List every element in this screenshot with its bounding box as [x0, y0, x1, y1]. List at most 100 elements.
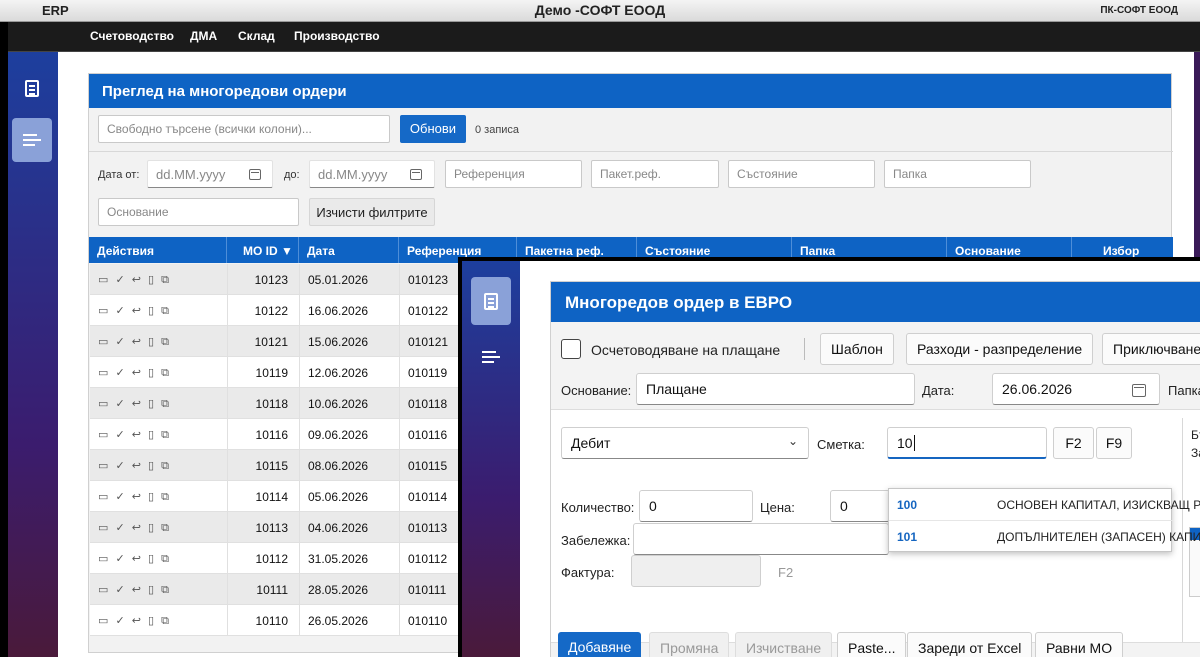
- refresh-button[interactable]: Обнови: [400, 115, 466, 143]
- menu-fixed-assets[interactable]: ДМА: [190, 29, 217, 43]
- sidebar-documents-button[interactable]: [471, 277, 511, 325]
- cell-date: 10.06.2026: [308, 397, 369, 411]
- column-date[interactable]: Дата: [307, 244, 335, 258]
- calendar-icon[interactable]: [1132, 384, 1146, 397]
- text-cursor: [913, 435, 915, 451]
- equal-mo-button[interactable]: Равни МО: [1035, 632, 1124, 657]
- template-button[interactable]: Шаблон: [820, 333, 894, 365]
- folder-filter[interactable]: Папка: [884, 160, 1031, 188]
- quantity-label: Количество:: [561, 500, 635, 515]
- row-action-icons[interactable]: ▭ ✓ ↩ ▯ ⧉: [98, 335, 171, 349]
- table-row[interactable]: ▭ ✓ ↩ ▯ ⧉ 10112 31.05.2026 010112: [90, 543, 459, 574]
- row-action-icons[interactable]: ▭ ✓ ↩ ▯ ⧉: [98, 397, 171, 411]
- load-from-excel-button[interactable]: Зареди от Excel: [907, 632, 1033, 657]
- document-icon: [484, 292, 498, 310]
- account-input[interactable]: 10: [887, 427, 1047, 459]
- invoice-input: [631, 555, 761, 587]
- table-row[interactable]: ▭ ✓ ↩ ▯ ⧉ 10122 16.06.2026 010122: [90, 295, 459, 326]
- table-row[interactable]: ▭ ✓ ↩ ▯ ⧉ 10123 05.01.2026 010123: [90, 264, 459, 295]
- folder-label: Папка: [1168, 383, 1200, 398]
- cell-reference: 010115: [408, 459, 448, 473]
- invoice-label: Фактура:: [561, 565, 615, 580]
- cell-mo-id: 10122: [254, 304, 288, 318]
- row-action-icons[interactable]: ▭ ✓ ↩ ▯ ⧉: [98, 583, 171, 597]
- right-panel-label-1: Бъ: [1191, 428, 1200, 442]
- sidebar-documents-button[interactable]: [12, 66, 52, 110]
- column-actions[interactable]: Действия: [97, 244, 154, 258]
- cell-mo-id: 10112: [255, 552, 288, 566]
- price-input[interactable]: 0: [830, 490, 890, 522]
- table-row[interactable]: ▭ ✓ ↩ ▯ ⧉ 10110 26.05.2026 010110: [90, 605, 459, 636]
- cell-date: 28.05.2026: [308, 583, 369, 597]
- change-button[interactable]: Промяна: [649, 632, 730, 657]
- column-mo-id[interactable]: МО ID ▼: [243, 244, 293, 258]
- table-row[interactable]: ▭ ✓ ↩ ▯ ⧉ 10114 05.06.2026 010114: [90, 481, 459, 512]
- basis-input[interactable]: Плащане: [636, 373, 915, 405]
- window-title: Демо -СОФТ ЕООД: [534, 2, 666, 18]
- column-basis[interactable]: Основание: [955, 244, 1021, 258]
- cell-mo-id: 10115: [255, 459, 288, 473]
- row-action-icons[interactable]: ▭ ✓ ↩ ▯ ⧉: [98, 304, 171, 318]
- table-row[interactable]: ▭ ✓ ↩ ▯ ⧉ 10118 10.06.2026 010118: [90, 388, 459, 419]
- row-action-icons[interactable]: ▭ ✓ ↩ ▯ ⧉: [98, 552, 171, 566]
- table-row[interactable]: ▭ ✓ ↩ ▯ ⧉ 10113 04.06.2026 010113: [90, 512, 459, 543]
- status-filter[interactable]: Състояние: [728, 160, 875, 188]
- cell-date: 05.01.2026: [308, 273, 369, 287]
- reference-filter[interactable]: Референция: [445, 160, 582, 188]
- table-row[interactable]: ▭ ✓ ↩ ▯ ⧉ 10116 09.06.2026 010116: [90, 419, 459, 450]
- account-lookup-f2-button[interactable]: F2: [1053, 427, 1094, 459]
- search-input[interactable]: Свободно търсене (всички колони)...: [98, 115, 390, 143]
- sidebar-menu-button[interactable]: [471, 335, 511, 379]
- add-button[interactable]: Добавяне: [558, 632, 642, 657]
- column-package-ref[interactable]: Пакетна реф.: [525, 244, 604, 258]
- table-row[interactable]: ▭ ✓ ↩ ▯ ⧉ 10111 28.05.2026 010111: [90, 574, 459, 605]
- cell-date: 12.06.2026: [308, 366, 369, 380]
- divider: [804, 338, 805, 360]
- suggestion-item[interactable]: 100 ОСНОВЕН КАПИТАЛ, ИЗИСКВАЩ Р: [889, 489, 1200, 521]
- invoice-f2-button[interactable]: F2: [778, 565, 793, 580]
- debit-credit-value: Дебит: [571, 435, 611, 451]
- cell-reference: 010111: [408, 583, 447, 597]
- column-folder[interactable]: Папка: [800, 244, 835, 258]
- row-action-icons[interactable]: ▭ ✓ ↩ ▯ ⧉: [98, 459, 171, 473]
- table-row[interactable]: ▭ ✓ ↩ ▯ ⧉ 10115 08.06.2026 010115: [90, 450, 459, 481]
- payment-checkbox[interactable]: [561, 339, 581, 359]
- title-bar: ERP Демо -СОФТ ЕООД ПК-СОФТ ЕООД: [0, 0, 1200, 22]
- menu-warehouse[interactable]: Склад: [238, 29, 275, 43]
- calendar-icon[interactable]: [410, 169, 422, 180]
- expenses-distribution-button[interactable]: Разходи - разпределение: [906, 333, 1094, 365]
- cell-mo-id: 10119: [255, 366, 288, 380]
- sidebar: [8, 52, 58, 657]
- package-ref-filter[interactable]: Пакет.реф.: [591, 160, 719, 188]
- suggestion-name: ОСНОВЕН КАПИТАЛ, ИЗИСКВАЩ Р: [997, 498, 1200, 512]
- column-select[interactable]: Избор: [1103, 244, 1139, 258]
- row-action-icons[interactable]: ▭ ✓ ↩ ▯ ⧉: [98, 428, 171, 442]
- row-action-icons[interactable]: ▭ ✓ ↩ ▯ ⧉: [98, 490, 171, 504]
- paste-button[interactable]: Paste...: [837, 632, 907, 657]
- close-order-button[interactable]: Приключване: [1102, 333, 1200, 365]
- debit-credit-select[interactable]: Дебит ⌄: [561, 427, 809, 459]
- basis-filter[interactable]: Основание: [98, 198, 299, 226]
- table-row[interactable]: ▭ ✓ ↩ ▯ ⧉ 10121 15.06.2026 010121: [90, 326, 459, 357]
- row-action-icons[interactable]: ▭ ✓ ↩ ▯ ⧉: [98, 273, 171, 287]
- note-input[interactable]: [633, 523, 889, 555]
- row-action-icons[interactable]: ▭ ✓ ↩ ▯ ⧉: [98, 521, 171, 535]
- clear-button[interactable]: Изчистване: [735, 632, 833, 657]
- cell-reference: 010116: [408, 428, 448, 442]
- cell-reference: 010122: [408, 304, 449, 318]
- sidebar-menu-button[interactable]: [12, 118, 52, 162]
- clear-filters-button[interactable]: Изчисти филтрите: [309, 198, 435, 226]
- suggestion-item[interactable]: 101 ДОПЪЛНИТЕЛЕН (ЗАПАСЕН) КАПИ: [889, 521, 1200, 553]
- table-row[interactable]: ▭ ✓ ↩ ▯ ⧉ 10119 12.06.2026 010119: [90, 357, 459, 388]
- row-action-icons[interactable]: ▭ ✓ ↩ ▯ ⧉: [98, 366, 171, 380]
- column-reference[interactable]: Референция: [407, 244, 481, 258]
- row-action-icons[interactable]: ▭ ✓ ↩ ▯ ⧉: [98, 614, 171, 628]
- calendar-icon[interactable]: [249, 169, 261, 180]
- date-label: Дата:: [922, 383, 955, 398]
- column-status[interactable]: Състояние: [645, 244, 710, 258]
- suggestion-code: 101: [897, 530, 918, 544]
- account-lookup-f9-button[interactable]: F9: [1096, 427, 1132, 459]
- quantity-input[interactable]: 0: [639, 490, 753, 522]
- menu-production[interactable]: Производство: [294, 29, 380, 43]
- menu-accounting[interactable]: Счетоводство: [90, 29, 174, 43]
